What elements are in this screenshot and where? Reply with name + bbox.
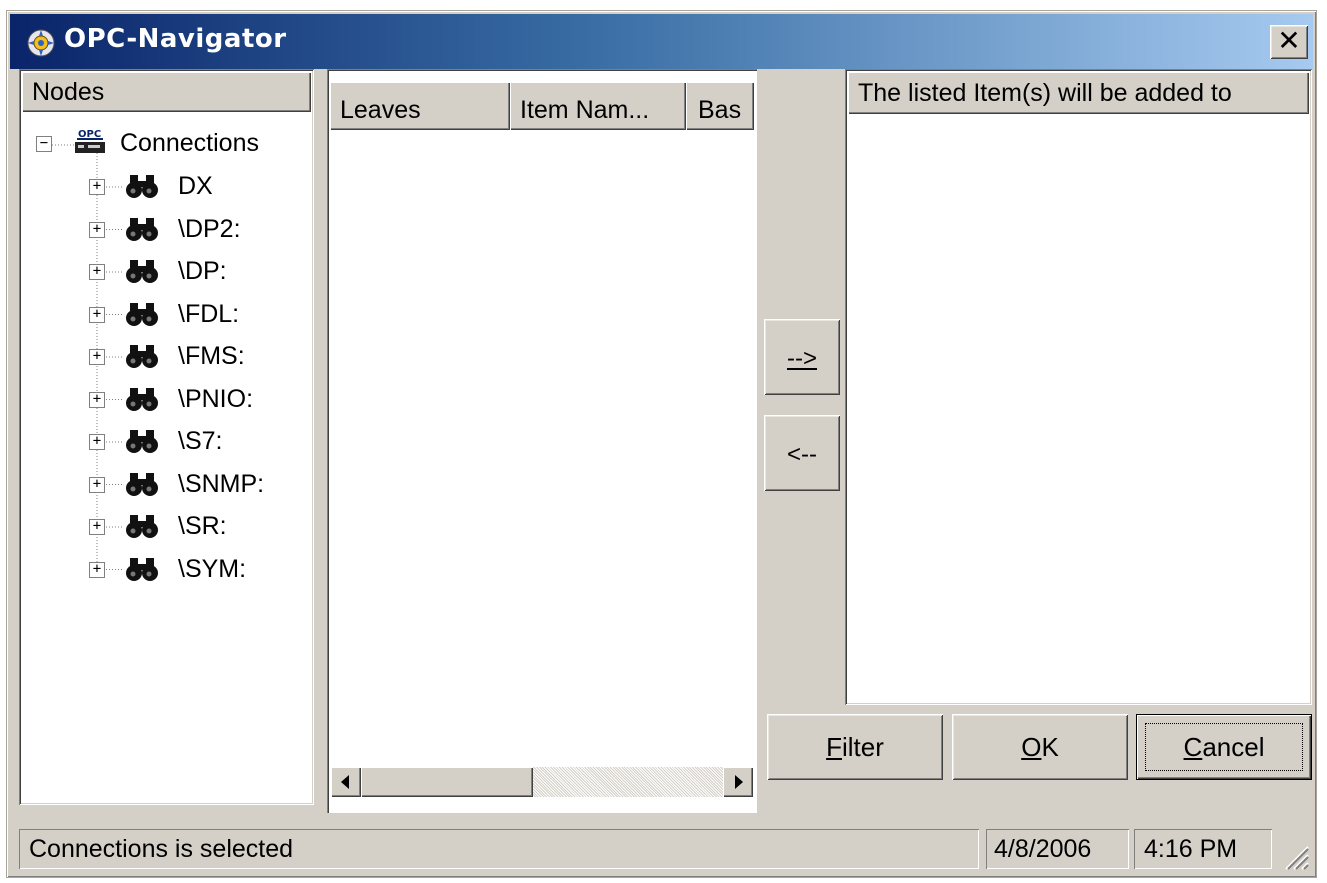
remove-item-label: <-- <box>787 441 817 468</box>
tree-node-label: \SNMP: <box>178 469 265 498</box>
scroll-left-button[interactable] <box>331 767 361 797</box>
expand-icon[interactable]: + <box>89 391 105 408</box>
nodes-tree-panel[interactable]: Nodes − OPC Connections + DX + \DP2: + \DP: + <box>19 69 314 805</box>
scroll-thumb[interactable] <box>361 767 533 797</box>
close-icon: ✕ <box>1277 24 1301 57</box>
ok-label: K <box>1041 732 1059 762</box>
tree-node-label: \FDL: <box>178 299 240 328</box>
scroll-right-button[interactable] <box>723 767 753 797</box>
tree-node-label: \FMS: <box>178 342 245 370</box>
horizontal-scrollbar[interactable] <box>331 767 753 797</box>
remove-item-button[interactable]: <-- <box>764 415 840 491</box>
focus-ring <box>1145 723 1303 771</box>
binoculars-icon <box>126 430 158 453</box>
app-gear-icon <box>27 29 55 57</box>
filter-mnemonic: F <box>826 732 842 762</box>
expand-icon[interactable]: + <box>89 476 105 493</box>
add-item-label: --> <box>787 345 817 372</box>
tree-node-label: \DP: <box>178 257 227 285</box>
expand-icon[interactable]: + <box>89 561 105 578</box>
expand-icon[interactable]: + <box>89 519 105 535</box>
expand-icon[interactable]: + <box>89 306 105 323</box>
binoculars-icon <box>126 472 158 496</box>
tree-node-label: \SYM: <box>178 554 247 583</box>
column-header-base[interactable]: Bas <box>686 82 754 130</box>
ok-mnemonic: O <box>1021 732 1042 762</box>
arrow-left-icon <box>341 775 349 789</box>
nodes-header[interactable]: Nodes <box>22 72 311 112</box>
binoculars-icon <box>126 175 158 198</box>
column-header-item-name[interactable]: Item Nam... <box>510 82 686 130</box>
filter-button[interactable]: Filter <box>767 714 943 780</box>
resize-grip-icon[interactable] <box>1280 841 1310 871</box>
tree-node-label: \DP2: <box>178 214 241 243</box>
add-item-button[interactable]: --> <box>764 319 840 395</box>
column-header-leaves[interactable]: Leaves <box>330 82 510 130</box>
expand-icon[interactable]: + <box>89 349 105 365</box>
tree-node-label: Connections <box>120 129 259 157</box>
status-message: Connections is selected <box>19 829 979 869</box>
ok-button[interactable]: OK <box>952 714 1128 780</box>
collapse-icon[interactable]: − <box>36 136 52 152</box>
tree-node-label: \PNIO: <box>178 384 254 413</box>
binoculars-icon <box>126 515 158 538</box>
tree-node-label: DX <box>178 172 213 200</box>
opc-navigator-window: OPC-Navigator ✕ Nodes − OPC Connections … <box>6 10 1317 878</box>
expand-icon[interactable]: + <box>89 179 105 195</box>
close-button[interactable]: ✕ <box>1270 25 1308 59</box>
binoculars-icon <box>126 217 158 241</box>
binoculars-icon <box>126 260 158 283</box>
status-time: 4:16 PM <box>1134 829 1272 869</box>
tree-lines <box>43 144 124 570</box>
cancel-button[interactable]: Cancel <box>1136 714 1312 780</box>
tree-node-label: \S7: <box>178 427 223 455</box>
opc-server-icon: OPC <box>75 129 105 153</box>
window-title: OPC-Navigator <box>64 24 287 54</box>
nodes-tree: − OPC Connections + DX + \DP2: + \DP: + \FDL: + \… <box>22 117 311 802</box>
expand-icon[interactable]: + <box>89 434 105 450</box>
arrow-right-icon <box>735 775 743 789</box>
leaves-list-panel[interactable]: Leaves Item Nam... Bas <box>327 69 757 813</box>
filter-label: ilter <box>841 732 884 762</box>
status-date: 4/8/2006 <box>986 829 1129 869</box>
binoculars-icon <box>126 557 158 581</box>
binoculars-icon <box>126 345 158 368</box>
tree-node-label: \SR: <box>178 512 227 540</box>
expand-icon[interactable]: + <box>89 221 105 238</box>
title-bar[interactable]: OPC-Navigator ✕ <box>10 14 1313 69</box>
expand-icon[interactable]: + <box>89 264 105 280</box>
binoculars-icon <box>126 387 158 411</box>
target-header[interactable]: The listed Item(s) will be added to <box>848 72 1309 114</box>
binoculars-icon <box>126 302 158 326</box>
target-list-panel[interactable]: The listed Item(s) will be added to <box>845 69 1312 705</box>
